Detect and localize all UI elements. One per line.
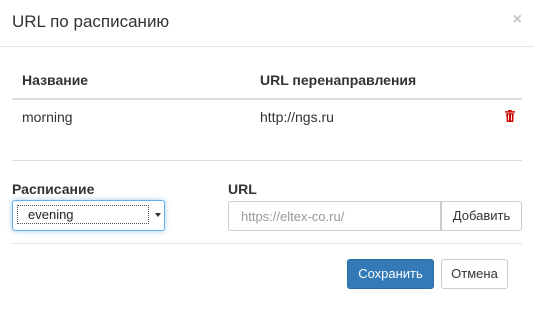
cancel-button[interactable]: Отмена [441, 259, 508, 289]
schedule-select-value: evening [17, 205, 149, 224]
row-name-cell: morning [22, 109, 73, 125]
footer-divider [12, 243, 522, 244]
url-input[interactable] [228, 201, 441, 231]
schedule-label: Расписание [12, 181, 95, 197]
close-icon[interactable]: × [513, 10, 522, 30]
table-header-row: Название URL перенаправления [12, 62, 522, 100]
schedule-select[interactable]: evening [12, 200, 165, 231]
chevron-down-icon [155, 213, 161, 217]
row-url-cell: http://ngs.ru [260, 109, 334, 125]
table-row: morning http://ngs.ru [12, 100, 522, 161]
save-button[interactable]: Сохранить [347, 259, 434, 289]
dialog-header: URL по расписанию × [0, 0, 534, 47]
column-header-name: Название [22, 72, 89, 88]
url-schedule-dialog: URL по расписанию × Название URL перенап… [0, 0, 534, 315]
trash-icon[interactable] [505, 110, 515, 122]
dialog-title: URL по расписанию [12, 12, 170, 31]
add-button[interactable]: Добавить [441, 201, 522, 231]
schedule-table: Название URL перенаправления morning htt… [12, 62, 522, 161]
url-label: URL [228, 181, 257, 197]
column-header-url: URL перенаправления [260, 72, 417, 88]
